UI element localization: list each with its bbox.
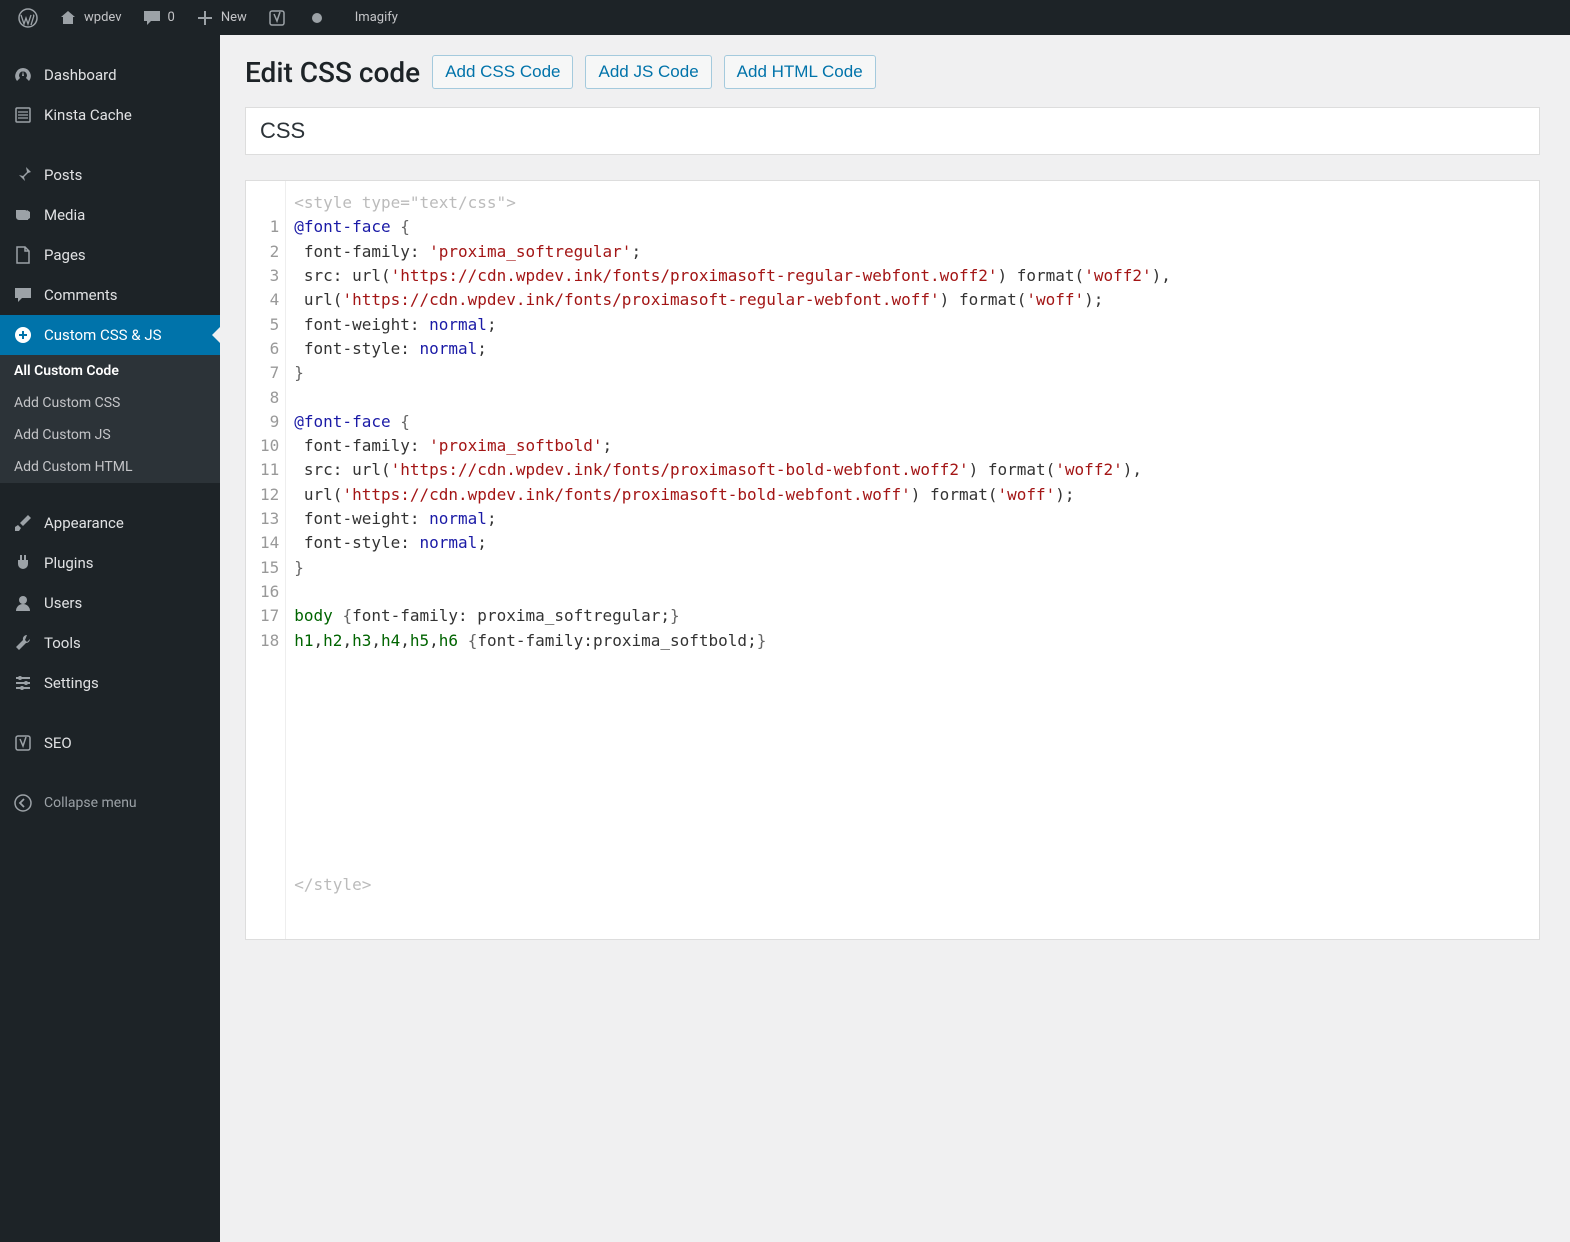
wordpress-icon [18, 8, 38, 28]
subitem-add-html[interactable]: Add Custom HTML [0, 451, 220, 483]
sidebar-item-kinsta[interactable]: Kinsta Cache [0, 95, 220, 135]
sidebar-item-comments[interactable]: Comments [0, 275, 220, 315]
sidebar-item-dashboard[interactable]: Dashboard [0, 55, 220, 95]
sidebar-item-label: Posts [44, 166, 82, 184]
sidebar-item-appearance[interactable]: Appearance [0, 503, 220, 543]
sidebar-submenu: All Custom Code Add Custom CSS Add Custo… [0, 355, 220, 483]
add-css-button[interactable]: Add CSS Code [432, 55, 573, 89]
wrench-icon [12, 632, 34, 654]
sidebar-item-label: Kinsta Cache [44, 106, 132, 124]
subitem-all-code[interactable]: All Custom Code [0, 355, 220, 387]
sidebar-item-pages[interactable]: Pages [0, 235, 220, 275]
status-dot[interactable] [297, 0, 337, 35]
yoast-icon [12, 732, 34, 754]
gauge-icon [12, 64, 34, 86]
home-icon [58, 8, 78, 28]
subitem-add-css[interactable]: Add Custom CSS [0, 387, 220, 419]
wp-logo[interactable] [8, 0, 48, 35]
media-icon [12, 204, 34, 226]
sidebar-item-label: Settings [44, 674, 99, 692]
subitem-add-js[interactable]: Add Custom JS [0, 419, 220, 451]
comments-count: 0 [168, 10, 175, 25]
sidebar-item-label: Plugins [44, 554, 93, 572]
site-link[interactable]: wpdev [48, 0, 132, 35]
admin-sidebar: Dashboard Kinsta Cache Posts Media Pages… [0, 35, 220, 1242]
plug-icon [12, 552, 34, 574]
imagify-link[interactable]: Imagify [345, 0, 408, 35]
sidebar-collapse[interactable]: Collapse menu [0, 783, 220, 823]
line-gutter: 123456789101112131415161718 [246, 181, 286, 939]
pages-icon [12, 244, 34, 266]
sidebar-item-label: Tools [44, 634, 81, 652]
sidebar-item-users[interactable]: Users [0, 583, 220, 623]
sidebar-item-tools[interactable]: Tools [0, 623, 220, 663]
sidebar-item-label: Collapse menu [44, 795, 137, 811]
sidebar-item-label: SEO [44, 734, 72, 752]
imagify-label: Imagify [355, 10, 398, 25]
title-input[interactable] [245, 107, 1540, 155]
sidebar-item-media[interactable]: Media [0, 195, 220, 235]
sidebar-item-label: Dashboard [44, 66, 117, 84]
comment-icon [142, 8, 162, 28]
pin-icon [12, 164, 34, 186]
comments-link[interactable]: 0 [132, 0, 185, 35]
sidebar-item-label: Comments [44, 286, 118, 304]
main-content: Edit CSS code Add CSS Code Add JS Code A… [220, 35, 1570, 1242]
yoast-icon [267, 8, 287, 28]
sidebar-item-posts[interactable]: Posts [0, 155, 220, 195]
comment-icon [12, 284, 34, 306]
code-area[interactable]: <style type="text/css">@font-face { font… [286, 181, 1539, 939]
code-editor[interactable]: 123456789101112131415161718 <style type=… [245, 180, 1540, 940]
sidebar-item-plugins[interactable]: Plugins [0, 543, 220, 583]
sliders-icon [12, 672, 34, 694]
brush-icon [12, 512, 34, 534]
page-title: Edit CSS code [245, 56, 420, 89]
sidebar-item-label: Users [44, 594, 82, 612]
new-link[interactable]: New [185, 0, 257, 35]
plus-circle-icon [12, 324, 34, 346]
add-html-button[interactable]: Add HTML Code [724, 55, 876, 89]
site-name: wpdev [84, 10, 122, 25]
new-label: New [221, 10, 247, 25]
plus-icon [195, 8, 215, 28]
sidebar-item-seo[interactable]: SEO [0, 723, 220, 763]
yoast-link[interactable] [257, 0, 297, 35]
sidebar-item-settings[interactable]: Settings [0, 663, 220, 703]
user-icon [12, 592, 34, 614]
admin-topbar: wpdev 0 New Imagify [0, 0, 1570, 35]
sidebar-item-label: Custom CSS & JS [44, 326, 162, 344]
sidebar-item-label: Pages [44, 246, 86, 264]
sidebar-item-label: Appearance [44, 514, 124, 532]
server-icon [12, 104, 34, 126]
sidebar-item-customcss[interactable]: Custom CSS & JS [0, 315, 220, 355]
collapse-icon [12, 792, 34, 814]
circle-icon [307, 8, 327, 28]
add-js-button[interactable]: Add JS Code [585, 55, 711, 89]
sidebar-item-label: Media [44, 206, 85, 224]
